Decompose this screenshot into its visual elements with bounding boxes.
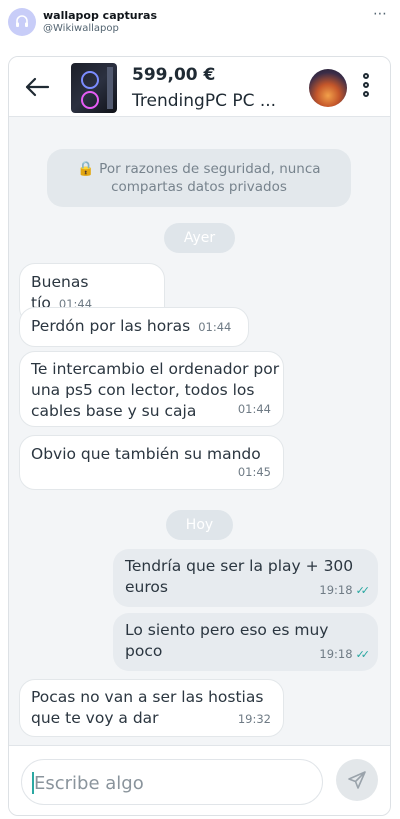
message-time: 19:32	[237, 712, 271, 726]
headset-icon	[16, 15, 28, 27]
message-bubble-outgoing[interactable]: Tendría que ser la play + 300 euros 19:1…	[113, 549, 378, 607]
message-text: Perdón por las horas	[31, 317, 191, 335]
seller-avatar[interactable]	[309, 69, 347, 107]
double-check-icon: ✓✓	[355, 648, 371, 661]
kebab-menu-icon[interactable]	[361, 73, 371, 101]
chat-header: 599,00 € TrendingPC PC ...	[9, 57, 390, 117]
double-check-icon: ✓✓	[355, 584, 371, 597]
send-button[interactable]	[336, 759, 378, 801]
message-bubble-incoming[interactable]: Te intercambio el ordenador por una ps5 …	[19, 351, 284, 427]
arrow-left-icon[interactable]	[23, 73, 51, 101]
security-notice: 🔒 Por razones de seguridad, nunca compar…	[47, 149, 351, 207]
message-time: 19:18 ✓✓	[319, 647, 371, 661]
message-composer	[9, 745, 390, 815]
account-name[interactable]: wallapop capturas	[43, 9, 157, 22]
product-title[interactable]: TrendingPC PC ...	[132, 91, 276, 111]
message-bubble-incoming[interactable]: Obvio que también su mando 01:45	[19, 435, 284, 490]
product-thumbnail[interactable]	[71, 63, 117, 113]
message-time: 01:45	[237, 465, 271, 479]
message-bubble-outgoing[interactable]: Lo siento pero eso es muy poco 19:18 ✓✓	[113, 613, 378, 671]
account-avatar[interactable]	[8, 8, 36, 36]
message-input-container[interactable]	[21, 759, 323, 805]
chat-screenshot: 599,00 € TrendingPC PC ... 🔒 Por razones…	[8, 56, 391, 816]
lock-icon: 🔒	[77, 161, 95, 177]
tweet-header: wallapop capturas @Wikiwallapop ⋯	[0, 0, 400, 56]
message-time: 19:18 ✓✓	[319, 583, 371, 597]
message-time: 01:44	[198, 320, 232, 334]
message-bubble-incoming[interactable]: Pocas no van a ser las hostias que te vo…	[19, 679, 284, 737]
message-text: Pocas no van a ser las hostias que te vo…	[31, 688, 264, 727]
paper-plane-icon	[348, 771, 366, 789]
account-handle[interactable]: @Wikiwallapop	[43, 23, 119, 34]
day-separator: Hoy	[166, 510, 233, 540]
product-price: 599,00 €	[132, 65, 216, 85]
message-input[interactable]	[34, 768, 314, 798]
message-bubble-incoming[interactable]: Perdón por las horas 01:44	[19, 307, 249, 347]
message-text: Obvio que también su mando	[31, 445, 261, 463]
message-time: 01:44	[237, 402, 271, 416]
security-notice-text: Por razones de seguridad, nunca comparta…	[99, 161, 321, 195]
day-separator: Ayer	[164, 223, 235, 253]
more-options-icon[interactable]: ⋯	[373, 6, 388, 22]
